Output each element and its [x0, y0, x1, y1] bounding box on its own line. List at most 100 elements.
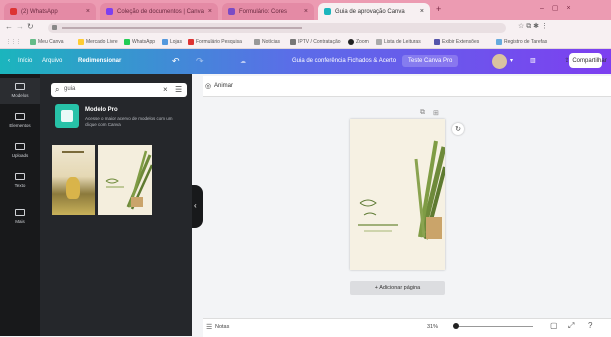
- chevron-left-icon[interactable]: ‹: [8, 58, 10, 64]
- side-rail: Modelos Elementos Uploads Texto Mais: [0, 74, 40, 336]
- undo-icon[interactable]: ↶: [172, 56, 180, 67]
- chevron-down-icon[interactable]: ▾: [510, 57, 513, 64]
- canva-icon: [106, 8, 113, 15]
- refresh-icon[interactable]: ↻: [452, 123, 464, 135]
- bookmark[interactable]: Zoom: [348, 37, 369, 46]
- forms-icon: [228, 8, 235, 15]
- bookmark[interactable]: WhatsApp: [124, 37, 155, 46]
- rail-item-text[interactable]: Texto: [0, 168, 40, 194]
- try-pro-button[interactable]: Teste Canva Pro: [402, 55, 459, 67]
- back-icon[interactable]: ←: [5, 22, 13, 31]
- bookmark[interactable]: Mercado Livre: [78, 37, 118, 46]
- close-icon[interactable]: ×: [208, 8, 212, 15]
- rail-label: Elementos: [9, 123, 31, 128]
- bookmark-label: IPTV / Contratação: [298, 38, 341, 45]
- notes-button[interactable]: Notas: [215, 324, 229, 330]
- analytics-icon[interactable]: ▥: [530, 57, 536, 64]
- bookmark[interactable]: IPTV / Contratação: [290, 37, 341, 46]
- resize-button[interactable]: Redimensionar: [78, 58, 121, 64]
- thumbnail-text: [62, 151, 84, 153]
- page-grid-icon[interactable]: ▢: [550, 321, 558, 330]
- result-description: Acesse o maior acervo de modelos com um …: [85, 116, 173, 127]
- bookmark-label: Exibir Extensões: [442, 38, 480, 45]
- bookmarks-bar: ⋮⋮⋮ Meu Canva Mercado Livre WhatsApp Loj…: [0, 35, 611, 49]
- bookmark-label: Mercado Livre: [86, 38, 118, 45]
- design-page[interactable]: [350, 119, 447, 270]
- share-button[interactable]: ⇪ Compartilhar: [564, 53, 607, 68]
- bookmark-label: Zoom: [356, 38, 369, 45]
- lock-icon: [52, 25, 57, 30]
- zoom-slider-handle[interactable]: [453, 323, 459, 329]
- avatar[interactable]: [492, 54, 507, 69]
- new-tab-icon[interactable]: +: [436, 4, 441, 14]
- add-page-button[interactable]: + Adicionar página: [350, 281, 445, 295]
- browser-tab[interactable]: Coleção de documentos | Canva ×: [100, 3, 218, 20]
- fullscreen-icon[interactable]: ⤢: [568, 321, 574, 331]
- browser-tab[interactable]: Formulário: Cores ×: [222, 3, 314, 20]
- reload-icon[interactable]: ↻: [27, 22, 34, 31]
- url-bar[interactable]: [48, 23, 506, 33]
- upload-icon: [15, 143, 25, 150]
- browser-toolbar-icons[interactable]: ☆ ⧉ ✱ ⋮: [518, 22, 548, 31]
- close-icon[interactable]: ×: [420, 8, 424, 15]
- tab-label: Formulário: Cores: [239, 8, 288, 15]
- bookmark[interactable]: Lojas: [162, 37, 182, 46]
- bookmark-label: Formulário Pesquisa: [196, 38, 242, 45]
- tab-label: (2) WhatsApp: [21, 8, 58, 15]
- templates-icon: [15, 83, 25, 90]
- whatsapp-icon: [10, 8, 17, 15]
- bookmark-label: Notícias: [262, 38, 281, 45]
- result-title[interactable]: Modelo Pro: [85, 107, 118, 113]
- rail-item-uploads[interactable]: Uploads: [0, 138, 40, 164]
- editor-toolbar: [203, 76, 611, 97]
- browser-tab[interactable]: (2) WhatsApp ×: [4, 3, 96, 20]
- window-controls[interactable]: –▢×: [540, 4, 579, 12]
- file-menu[interactable]: Arquivo: [42, 58, 62, 64]
- filter-icon[interactable]: ☰: [175, 85, 182, 94]
- template-thumbnail[interactable]: [52, 145, 95, 215]
- notes-icon: ☰: [206, 324, 213, 331]
- redo-icon[interactable]: ↷: [196, 56, 204, 67]
- close-icon[interactable]: ×: [86, 8, 90, 15]
- search-icon: ⌕: [55, 85, 60, 94]
- zoom-slider[interactable]: [458, 326, 533, 327]
- bookmark[interactable]: Meu Canva: [30, 37, 64, 46]
- bookmark[interactable]: Registro de Tarefas: [496, 37, 547, 46]
- forward-icon[interactable]: →: [16, 22, 24, 31]
- bookmark[interactable]: Notícias: [254, 37, 280, 46]
- editor-topbar: ‹ Início Arquivo Redimensionar ↶ ↷ ☁ Gui…: [0, 49, 611, 74]
- bookmark-label: Registro de Tarefas: [504, 38, 548, 45]
- browser-tab-active[interactable]: Guia de aprovação Canva ×: [318, 3, 430, 20]
- apps-icon[interactable]: ⋮⋮⋮: [6, 37, 21, 46]
- document-title[interactable]: Guia de conferência Fichados & Acerto: [292, 58, 396, 64]
- animate-button[interactable]: Animar: [214, 83, 233, 89]
- home-button[interactable]: Início: [18, 58, 32, 64]
- bookmark-label: Lista de Leituras: [384, 38, 421, 45]
- help-icon[interactable]: ?: [588, 321, 592, 330]
- bookmark[interactable]: Formulário Pesquisa: [188, 37, 242, 46]
- bookmark[interactable]: Lista de Leituras: [376, 37, 421, 46]
- bookmark[interactable]: Exibir Extensões: [434, 37, 479, 46]
- clear-icon[interactable]: ×: [163, 85, 168, 94]
- bookmark-label: Lojas: [170, 38, 182, 45]
- url-text: [62, 27, 302, 29]
- rail-label: Modelos: [11, 93, 29, 98]
- rail-item-templates[interactable]: Modelos: [0, 78, 40, 104]
- tab-label: Guia de aprovação Canva: [335, 8, 405, 15]
- cloud-icon: ☁: [240, 59, 246, 65]
- copy-page-icon[interactable]: ⧉: [420, 109, 425, 117]
- panel-collapse-handle[interactable]: ‹: [192, 185, 203, 228]
- search-query: guia: [64, 86, 76, 92]
- zoom-level[interactable]: 31%: [427, 324, 438, 330]
- upload-icon: ⇪: [564, 58, 570, 64]
- bookmark-label: Meu Canva: [38, 38, 64, 45]
- rail-item-more[interactable]: Mais: [0, 204, 40, 230]
- template-thumbnail[interactable]: [98, 145, 154, 215]
- bookmark-label: WhatsApp: [132, 38, 156, 45]
- asparagus-illustration: [358, 140, 447, 240]
- share-label: Compartilhar: [572, 57, 607, 64]
- add-page-icon[interactable]: ⊞: [433, 109, 439, 117]
- rail-item-elements[interactable]: Elementos: [0, 108, 40, 134]
- asparagus-illustration: [105, 150, 154, 210]
- close-icon[interactable]: ×: [304, 8, 308, 15]
